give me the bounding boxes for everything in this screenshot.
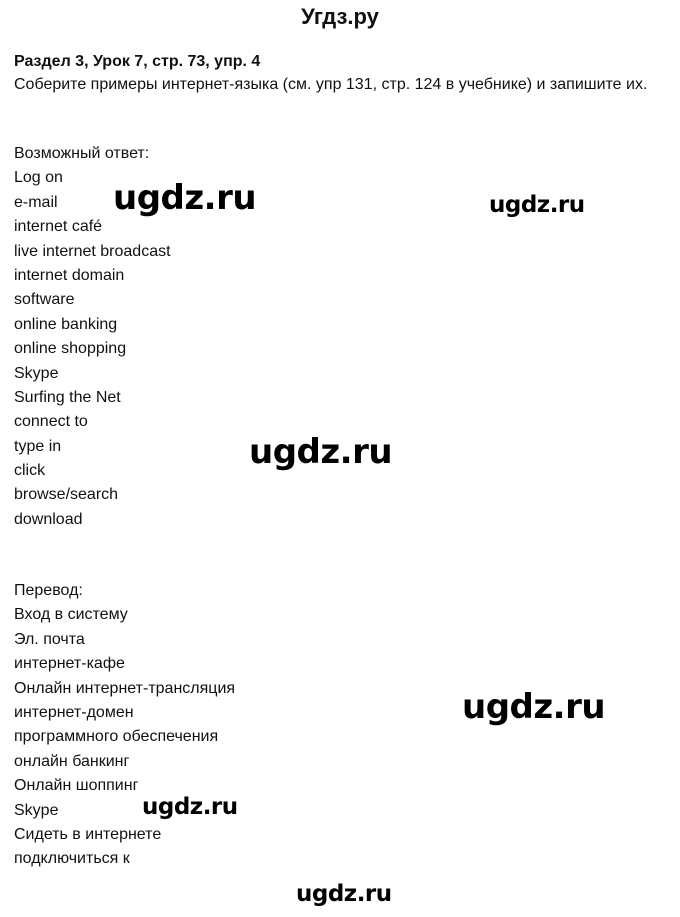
translation-item: Сидеть в интернете	[14, 825, 162, 843]
translation-item: программного обеспечения	[14, 728, 219, 746]
answer-item: software	[14, 291, 75, 309]
watermark: ugdz.ru	[249, 432, 393, 472]
watermark: ugdz.ru	[113, 178, 257, 218]
answer-item: Skype	[14, 364, 59, 382]
translation-item: интернет-кафе	[14, 655, 125, 673]
answer-item: online banking	[14, 315, 118, 333]
answer-item: click	[14, 462, 46, 480]
answer-item: Surfing the Net	[14, 388, 121, 406]
watermark: ugdz.ru	[142, 794, 238, 820]
translation-item: Эл. почта	[14, 630, 85, 648]
translation-item: интернет-домен	[14, 703, 134, 721]
answer-item: connect to	[14, 413, 88, 431]
answer-item: download	[14, 510, 83, 528]
answer-item: online shopping	[14, 340, 127, 358]
site-title: Угдз.ру	[301, 4, 379, 29]
translation-item: подключиться к	[14, 850, 130, 868]
task-text: Соберите примеры интернет-языка (см. упр…	[14, 76, 648, 93]
exercise-heading: Раздел 3, Урок 7, стр. 73, упр. 4	[14, 53, 261, 70]
answer-item: internet café	[14, 218, 103, 236]
translation-item: Вход в систему	[14, 606, 128, 624]
watermark: ugdz.ru	[296, 881, 392, 907]
translation-label: Перевод:	[14, 582, 83, 599]
answer-item: internet domain	[14, 266, 125, 284]
watermark: ugdz.ru	[462, 687, 606, 727]
answer-item: live internet broadcast	[14, 242, 171, 260]
answers-label: Возможный ответ:	[14, 145, 150, 162]
answer-item: type in	[14, 437, 62, 455]
translation-item: Онлайн интернет-трансляция	[14, 679, 236, 697]
translation-block: Перевод: Вход в систему Эл. почта интерн…	[14, 579, 235, 872]
watermark: ugdz.ru	[489, 192, 585, 218]
answer-item: browse/search	[14, 486, 119, 504]
translation-item: онлайн банкинг	[14, 752, 130, 770]
